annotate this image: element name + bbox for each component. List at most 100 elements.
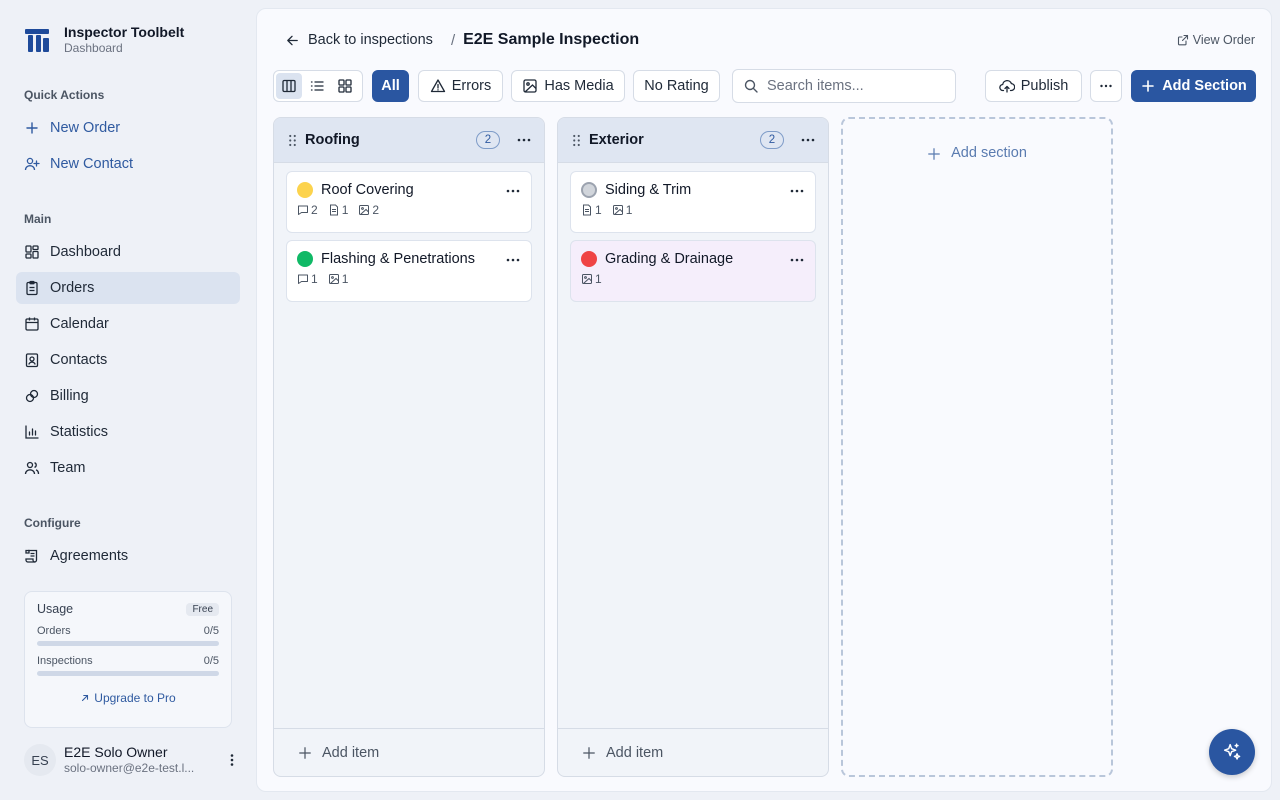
add-section-button[interactable]: Add Section: [1131, 70, 1256, 102]
clipboard-icon: [26, 280, 38, 296]
grid-view-button[interactable]: [332, 73, 358, 99]
user-email: solo-owner@e2e-test.l...: [64, 761, 195, 775]
arrow-up-right-icon: [82, 694, 89, 702]
column-title: Exterior: [589, 132, 644, 148]
image-icon: [328, 274, 339, 284]
sidebar-item-label: Agreements: [50, 548, 129, 564]
more-horizontal-icon[interactable]: [505, 183, 521, 199]
sidebar-item-calendar[interactable]: Calendar: [16, 308, 240, 340]
plus-icon: [299, 746, 311, 759]
sidebar: Inspector Toolbelt Dashboard Quick Actio…: [0, 0, 256, 800]
column-title: Roofing: [305, 132, 360, 148]
add-item-button[interactable]: Add item: [558, 728, 828, 776]
usage-inspections-bar: [37, 671, 219, 676]
document-icon: [329, 204, 338, 216]
new-order-button[interactable]: New Order: [16, 112, 240, 144]
item-card-roof-covering[interactable]: Roof Covering 2 1 2: [286, 171, 532, 233]
comment-count: 1: [311, 272, 318, 286]
add-section-placeholder[interactable]: Add section: [841, 117, 1113, 777]
add-section-label: Add Section: [1162, 78, 1247, 94]
item-title: Grading & Drainage: [605, 251, 734, 267]
filter-all-button[interactable]: All: [372, 70, 409, 102]
search-icon: [744, 79, 758, 93]
upgrade-link[interactable]: Upgrade to Pro: [37, 691, 219, 705]
item-card-grading-drainage[interactable]: Grading & Drainage 1: [570, 240, 816, 302]
column-count-badge: 2: [760, 131, 784, 149]
comment-count: 2: [311, 203, 318, 217]
drag-handle-icon[interactable]: [572, 134, 581, 147]
new-contact-label: New Contact: [50, 156, 134, 172]
item-title: Roof Covering: [321, 182, 414, 198]
user-name: E2E Solo Owner: [64, 744, 168, 760]
usage-inspections-label: Inspections: [37, 655, 93, 667]
view-order-label: View Order: [1192, 33, 1255, 47]
ai-assistant-button[interactable]: [1209, 729, 1255, 775]
brand-subtitle: Dashboard: [64, 41, 123, 55]
add-section-placeholder-label: Add section: [951, 145, 1027, 161]
view-mode-toggle: [273, 70, 363, 102]
drag-handle-icon[interactable]: [288, 134, 297, 147]
sidebar-item-label: Billing: [50, 388, 89, 404]
breadcrumb: Back to inspections / E2E Sample Inspect…: [285, 31, 639, 49]
status-dot: [581, 182, 597, 198]
more-horizontal-icon[interactable]: [789, 252, 805, 268]
more-horizontal-icon[interactable]: [789, 183, 805, 199]
page-title: E2E Sample Inspection: [463, 31, 640, 48]
publish-button[interactable]: Publish: [985, 70, 1082, 102]
document-count: 1: [341, 203, 349, 217]
users-icon: [24, 461, 40, 475]
more-options-button[interactable]: [1090, 70, 1122, 102]
more-horizontal-icon[interactable]: [800, 132, 816, 148]
filter-errors-button[interactable]: Errors: [418, 70, 503, 102]
document-icon: [583, 204, 591, 216]
item-card-flashing-penetrations[interactable]: Flashing & Penetrations 1 1: [286, 240, 532, 302]
brand-title: Inspector Toolbelt: [64, 24, 185, 40]
usage-orders-label: Orders: [37, 625, 71, 637]
sidebar-item-agreements[interactable]: Agreements: [16, 540, 240, 572]
image-icon: [523, 79, 537, 93]
sidebar-item-billing[interactable]: Billing: [16, 380, 240, 412]
back-label: Back to inspections: [308, 32, 433, 48]
list-view-button[interactable]: [304, 73, 330, 99]
more-vertical-icon[interactable]: [224, 752, 240, 768]
publish-label: Publish: [1020, 78, 1069, 94]
back-to-inspections-link[interactable]: Back to inspections: [285, 32, 433, 48]
usage-panel: Usage Free Orders 0/5 Inspections 0/5 Up…: [24, 591, 232, 728]
warning-triangle-icon: [430, 79, 445, 93]
user-profile[interactable]: ES E2E Solo Owner solo-owner@e2e-test.l.…: [24, 744, 240, 776]
arrow-left-icon: [287, 35, 298, 45]
view-order-link[interactable]: View Order: [1177, 33, 1255, 47]
status-dot: [297, 182, 313, 198]
sidebar-item-label: Orders: [50, 280, 95, 296]
sidebar-item-team[interactable]: Team: [16, 452, 240, 484]
search-box: [732, 69, 956, 103]
more-horizontal-icon[interactable]: [505, 252, 521, 268]
item-card-siding-trim[interactable]: Siding & Trim 1 1: [570, 171, 816, 233]
section-column-roofing: Roofing 2 Roof Covering 2 1 2 Flashing &…: [273, 117, 545, 777]
more-horizontal-icon[interactable]: [516, 132, 532, 148]
board-view-button[interactable]: [276, 73, 302, 99]
new-order-label: New Order: [50, 120, 121, 136]
new-contact-button[interactable]: New Contact: [16, 148, 240, 180]
breadcrumb-separator: /: [450, 31, 456, 49]
add-item-label: Add item: [606, 744, 664, 761]
column-header: Roofing 2: [274, 118, 544, 163]
more-horizontal-icon: [1100, 84, 1112, 88]
filter-has-media-button[interactable]: Has Media: [511, 70, 625, 102]
billing-icon: [25, 389, 39, 403]
image-icon: [359, 205, 370, 215]
configure-section-label: Configure: [24, 516, 81, 530]
scroll-icon: [25, 549, 38, 563]
brand[interactable]: Inspector Toolbelt Dashboard: [24, 24, 184, 56]
add-item-button[interactable]: Add item: [274, 728, 544, 776]
filter-no-rating-button[interactable]: No Rating: [633, 70, 720, 102]
sidebar-item-label: Contacts: [50, 352, 108, 368]
sidebar-item-orders[interactable]: Orders: [16, 272, 240, 304]
sidebar-item-dashboard[interactable]: Dashboard: [16, 236, 240, 268]
image-count: 1: [341, 272, 349, 286]
quick-actions-label: Quick Actions: [24, 88, 105, 102]
sidebar-item-statistics[interactable]: Statistics: [16, 416, 240, 448]
search-input[interactable]: [767, 78, 947, 94]
sidebar-item-contacts[interactable]: Contacts: [16, 344, 240, 376]
sidebar-item-label: Statistics: [50, 424, 109, 440]
